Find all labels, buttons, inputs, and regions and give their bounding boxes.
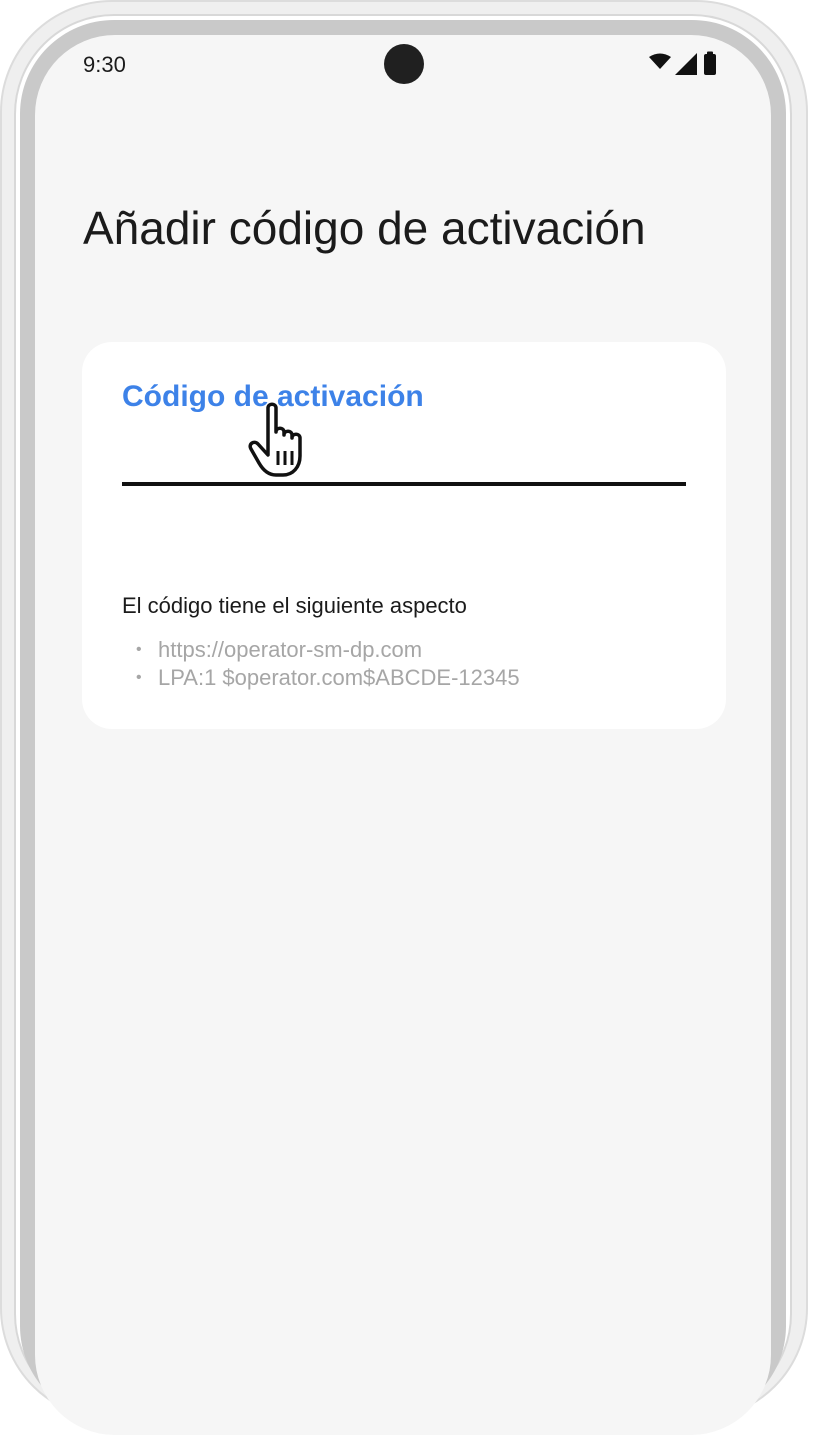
bullet: •	[136, 641, 142, 658]
page-title: Añadir código de activación	[83, 202, 646, 254]
battery-icon	[704, 51, 716, 75]
code-example-text: https://operator-sm-dp.com	[158, 637, 423, 662]
wifi-icon	[649, 53, 671, 69]
activation-code-card: Código de activación El código tiene el …	[82, 342, 726, 729]
code-example-item: • LPA:1 $operator.com$ABCDE-12345	[136, 664, 520, 692]
signal-icon	[675, 53, 697, 75]
hand-pointer-icon	[248, 402, 302, 477]
code-format-hint: El código tiene el siguiente aspecto	[122, 593, 467, 618]
code-example-item: • https://operator-sm-dp.com	[136, 636, 520, 664]
status-icons	[649, 51, 716, 75]
phone-screen: 9:30 Añadir código de activación Código …	[35, 35, 771, 1435]
front-camera	[384, 44, 424, 84]
status-time: 9:30	[83, 52, 126, 77]
activation-code-input[interactable]	[122, 434, 686, 486]
code-example-text: LPA:1 $operator.com$ABCDE-12345	[158, 665, 520, 690]
code-examples-list: • https://operator-sm-dp.com • LPA:1 $oper…	[136, 636, 520, 692]
bullet: •	[136, 669, 142, 686]
